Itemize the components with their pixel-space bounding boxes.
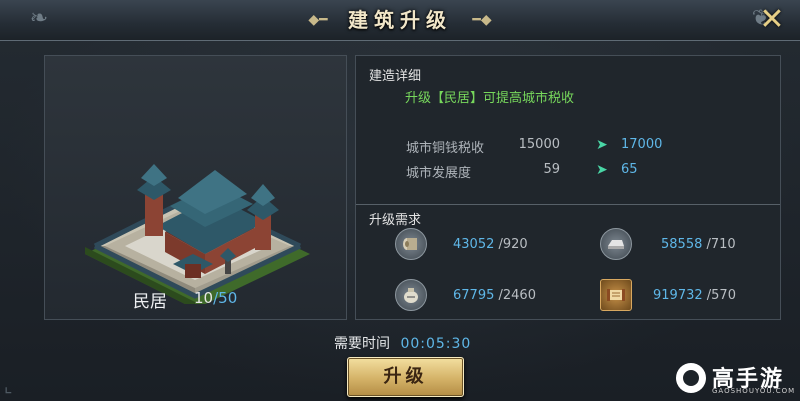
- requirement-money: 919732 /570: [653, 288, 736, 303]
- brand-g-icon: [676, 363, 706, 393]
- cloud-ornament-icon: ❧: [29, 6, 49, 31]
- arrow-right-icon: ➤: [596, 162, 608, 178]
- upgrade-description: 升级【民居】可提高城市税收: [405, 91, 575, 106]
- requirement-grain: 67795 /2460: [453, 288, 536, 303]
- watermark-url: GAOSHOUYOU.COM: [712, 387, 796, 395]
- requirement-need: /710: [706, 237, 736, 252]
- requirement-have: 67795: [453, 288, 495, 303]
- stat-label-development: 城市发展度: [406, 166, 472, 181]
- details-heading: 建造详细: [369, 69, 422, 84]
- requirement-have: 43052: [453, 237, 495, 252]
- requirement-have: 58558: [661, 237, 703, 252]
- title-bar: ❧ ❦ ◆━ 建筑升级 ━◆ ✕: [0, 0, 800, 41]
- page-title: 建筑升级: [348, 8, 452, 32]
- requirement-wood: 43052 /920: [453, 237, 528, 252]
- wood-log-icon: [395, 228, 427, 260]
- watermark-logo: 高手游 GAOSHOUYOU.COM: [676, 360, 794, 398]
- level-current: 10: [194, 289, 214, 307]
- upgrade-button[interactable]: 升级: [347, 357, 464, 397]
- close-button[interactable]: ✕: [754, 2, 790, 38]
- building-level: 10/50: [194, 289, 237, 307]
- time-label: 需要时间: [334, 336, 390, 352]
- arrow-right-icon: ➤: [596, 137, 608, 153]
- residence-building-image: [85, 164, 310, 304]
- time-value: 00:05:30: [400, 336, 472, 352]
- title-right-ornament-icon: ━◆: [472, 12, 492, 28]
- title-left-ornament-icon: ◆━: [308, 12, 328, 28]
- grain-sack-icon: [395, 279, 427, 311]
- stat-old-tax: 15000: [518, 137, 560, 152]
- requirement-have: 919732: [653, 288, 703, 303]
- requirement-iron: 58558 /710: [661, 237, 736, 252]
- requirement-need: /570: [706, 288, 736, 303]
- stat-old-development: 59: [543, 162, 560, 177]
- upgrade-time: 需要时间 00:05:30: [334, 333, 471, 353]
- iron-ingot-icon: [600, 228, 632, 260]
- corner-ornament-icon: ⌞: [4, 376, 13, 397]
- requirements-heading: 升级需求: [369, 213, 422, 228]
- title-area: ◆━ 建筑升级 ━◆: [290, 2, 510, 38]
- stat-new-development: 65: [621, 162, 638, 177]
- building-preview-panel: 民居 10/50: [44, 55, 347, 320]
- section-divider: [356, 204, 780, 205]
- building-name: 民居: [133, 292, 167, 312]
- stat-new-tax: 17000: [621, 137, 663, 152]
- level-max: 50: [218, 289, 238, 307]
- requirement-need: /2460: [498, 288, 536, 303]
- close-icon: ✕: [759, 2, 785, 37]
- requirement-need: /920: [498, 237, 528, 252]
- stat-label-tax: 城市铜钱税收: [406, 141, 485, 156]
- upgrade-dialog: ❧ ❦ ◆━ 建筑升级 ━◆ ✕ 民居 10/50 建造详细 升级需求 升级【民…: [0, 0, 800, 401]
- scroll-icon: [600, 279, 632, 311]
